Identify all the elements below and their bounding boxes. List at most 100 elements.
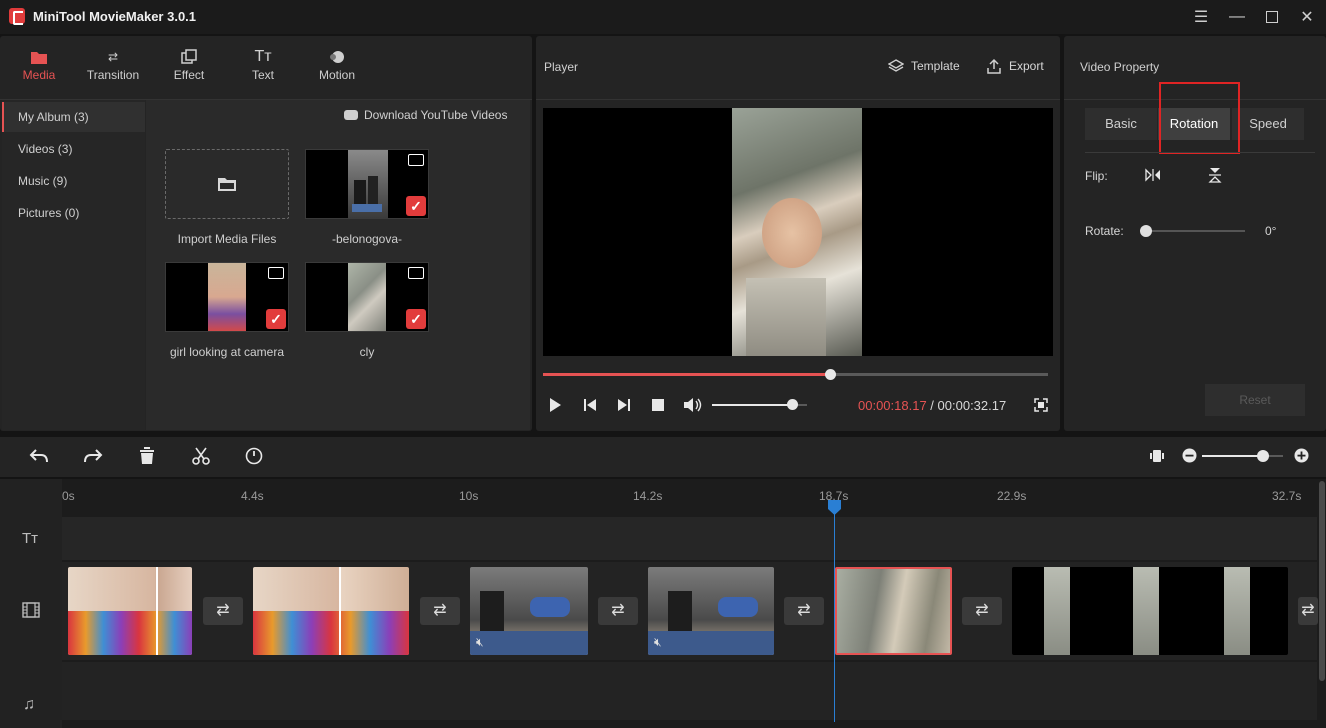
motion-icon — [302, 46, 372, 68]
transition-slot[interactable]: ⇄ — [784, 597, 824, 625]
maximize-icon[interactable] — [1259, 4, 1285, 30]
transition-slot[interactable]: ⇄ — [1298, 597, 1318, 625]
thumbnail-image — [348, 263, 386, 331]
volume-slider[interactable] — [712, 399, 807, 410]
flip-vertical-button[interactable] — [1208, 167, 1224, 186]
audio-track[interactable] — [62, 662, 1317, 720]
zoom-in-button[interactable] — [1294, 448, 1309, 466]
redo-button[interactable] — [83, 447, 103, 468]
media-thumbnail[interactable]: ✓ — [165, 262, 289, 332]
total-time: 00:00:32.17 — [937, 398, 1007, 413]
player-progress-track[interactable] — [543, 369, 1048, 380]
transition-icon: ⇄ — [975, 602, 989, 619]
speedometer-icon — [245, 447, 263, 465]
tab-effect[interactable]: Effect — [154, 46, 224, 90]
timeline-scrollbar[interactable] — [1318, 479, 1326, 728]
media-name: -belonogova- — [331, 232, 403, 246]
sidebar-item-pictures[interactable]: Pictures (0) — [2, 198, 145, 228]
video-icon — [408, 154, 424, 166]
fit-timeline-button[interactable] — [1149, 448, 1165, 467]
sidebar-item-videos[interactable]: Videos (3) — [2, 134, 145, 164]
sidebar-item-my-album[interactable]: My Album (3) — [2, 102, 145, 132]
stop-icon — [652, 399, 664, 411]
media-name: cly — [359, 345, 375, 359]
playhead-line — [834, 508, 835, 722]
tab-transition-label: Transition — [86, 68, 140, 82]
import-media-button[interactable] — [165, 149, 289, 219]
transition-slot[interactable]: ⇄ — [203, 597, 243, 625]
import-media-label: Import Media Files — [177, 232, 277, 246]
timeline-clip[interactable] — [68, 567, 192, 655]
text-track[interactable] — [62, 517, 1317, 560]
video-frame — [732, 108, 862, 356]
minimize-icon[interactable]: — — [1224, 4, 1250, 30]
export-button[interactable]: Export — [986, 58, 1044, 74]
zoom-out-button[interactable] — [1182, 448, 1197, 466]
delete-button[interactable] — [138, 447, 156, 468]
transition-slot[interactable]: ⇄ — [598, 597, 638, 625]
tab-transition[interactable]: ⇄ Transition — [78, 46, 148, 90]
transition-icon: ⇄ — [216, 602, 230, 619]
timeline-clip[interactable] — [253, 567, 409, 655]
split-button[interactable] — [192, 447, 210, 468]
media-thumbnail[interactable]: ✓ — [305, 149, 429, 219]
scrollbar-thumb[interactable] — [1319, 481, 1325, 681]
menu-icon[interactable]: ☰ — [1188, 4, 1214, 30]
video-preview[interactable] — [543, 108, 1053, 356]
next-frame-button[interactable] — [616, 397, 632, 416]
speed-button[interactable] — [245, 447, 263, 468]
tab-motion-label: Motion — [318, 68, 356, 82]
zoom-slider[interactable] — [1202, 450, 1283, 462]
flip-horizontal-icon — [1145, 168, 1160, 182]
transition-icon: ⇄ — [1301, 602, 1315, 619]
previous-frame-button[interactable] — [582, 397, 598, 416]
rotate-value: 0° — [1265, 224, 1277, 238]
time-tick: 32.7s — [1272, 489, 1302, 503]
template-button[interactable]: Template — [888, 58, 960, 74]
current-time: 00:00:18.17 — [858, 398, 927, 413]
media-name: girl looking at camera — [169, 345, 285, 359]
download-youtube-button[interactable]: Download YouTube Videos — [344, 108, 507, 122]
timeline-clip[interactable]: 🔇︎ — [470, 567, 588, 655]
transition-slot[interactable]: ⇄ — [962, 597, 1002, 625]
zoom-fill — [1202, 455, 1263, 457]
export-icon — [987, 58, 1001, 74]
zoom-handle[interactable] — [1257, 450, 1269, 462]
fullscreen-icon — [1034, 398, 1048, 412]
tab-text[interactable]: Tт Text — [228, 46, 298, 90]
selected-timeline-clip[interactable] — [835, 567, 952, 655]
timeline-clip[interactable] — [1012, 567, 1288, 655]
rotate-slider[interactable] — [1140, 225, 1245, 237]
reset-button[interactable]: Reset — [1205, 384, 1305, 416]
tab-speed[interactable]: Speed — [1232, 108, 1304, 140]
sidebar-item-music[interactable]: Music (9) — [2, 166, 145, 196]
transition-icon: ⇄ — [797, 602, 811, 619]
youtube-icon — [344, 110, 358, 120]
mute-icon: 🔇︎ — [476, 635, 484, 649]
effect-icon — [154, 46, 224, 68]
undo-button[interactable] — [29, 447, 49, 468]
player-progress-handle[interactable] — [825, 369, 836, 380]
fullscreen-button[interactable] — [1034, 398, 1048, 415]
scissors-icon — [192, 447, 210, 465]
layers-icon — [888, 59, 904, 72]
tab-basic[interactable]: Basic — [1085, 108, 1157, 140]
flip-horizontal-button[interactable] — [1145, 168, 1161, 185]
time-separator: / — [926, 398, 938, 413]
play-button[interactable] — [547, 397, 563, 416]
media-thumbnail[interactable]: ✓ — [305, 262, 429, 332]
transition-slot[interactable]: ⇄ — [420, 597, 460, 625]
time-tick: 14.2s — [633, 489, 663, 503]
folder-icon — [4, 46, 74, 68]
stop-button[interactable] — [651, 398, 665, 415]
rotate-handle[interactable] — [1140, 225, 1152, 237]
title-bar: MiniTool MovieMaker 3.0.1 ☰ — ✕ — [0, 0, 1326, 34]
player-title: Player — [544, 60, 579, 74]
volume-handle[interactable] — [787, 399, 798, 410]
tab-motion[interactable]: Motion — [302, 46, 372, 90]
flip-vertical-icon — [1208, 168, 1222, 183]
close-icon[interactable]: ✕ — [1294, 4, 1320, 30]
tab-media[interactable]: Media — [4, 46, 74, 90]
timeline-clip[interactable]: 🔇︎ — [648, 567, 774, 655]
volume-button[interactable] — [683, 397, 703, 416]
